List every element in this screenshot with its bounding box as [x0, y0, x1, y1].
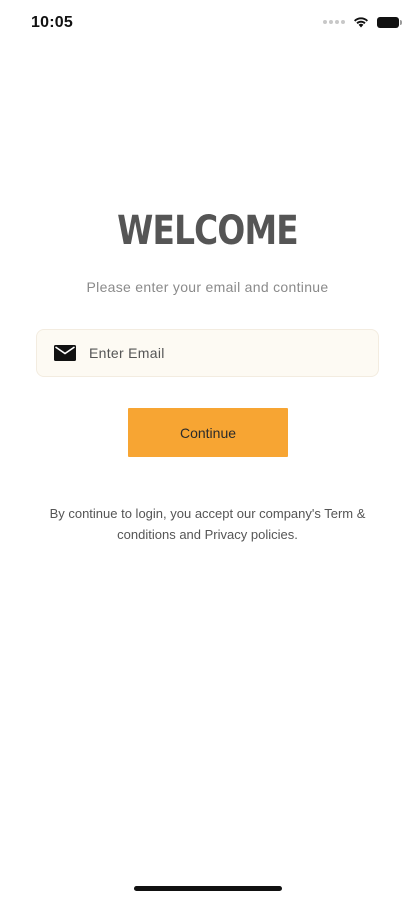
home-indicator[interactable]: [134, 886, 282, 891]
welcome-subtitle: Please enter your email and continue: [86, 279, 329, 295]
continue-button[interactable]: Continue: [128, 408, 288, 457]
battery-icon: [377, 16, 402, 28]
status-time: 10:05: [31, 14, 73, 31]
email-input[interactable]: [87, 344, 351, 362]
mail-icon: [54, 345, 76, 361]
terms-text: By continue to login, you accept our com…: [49, 506, 366, 542]
welcome-title: WELCOME: [117, 208, 299, 254]
status-icons: [323, 16, 402, 28]
wifi-icon: [354, 17, 368, 28]
login-screen: 10:05 WELCOME Please enter your email an…: [0, 0, 415, 900]
cellular-dots-icon: [323, 20, 345, 24]
status-bar: 10:05: [0, 0, 415, 48]
email-field[interactable]: [36, 329, 379, 377]
